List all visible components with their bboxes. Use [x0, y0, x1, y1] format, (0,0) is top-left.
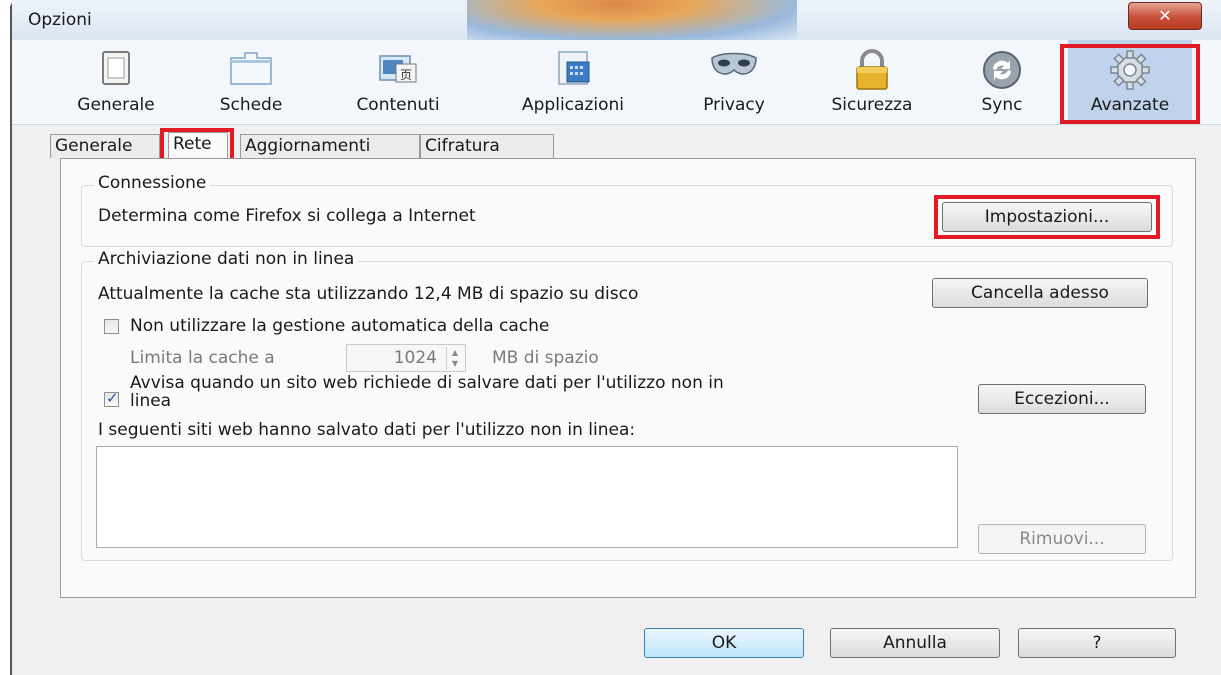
tabs-icon [227, 48, 275, 93]
toolbar-item-privacy[interactable]: Privacy [684, 40, 784, 124]
firefox-logo-glow [467, 0, 797, 40]
connection-group: Connessione Determina come Firefox si co… [81, 173, 1173, 247]
warn-offline-label-line1: Avvisa quando un sito web richiede di sa… [130, 373, 724, 393]
sync-icon [980, 48, 1024, 97]
highlight-avanzate [1060, 44, 1200, 124]
toolbar-label: Privacy [703, 95, 765, 115]
toolbar-item-contenuti[interactable]: 页 Contenuti [336, 40, 460, 124]
offline-legend: Archiviazione dati non in linea [94, 249, 359, 269]
lock-icon [850, 48, 894, 97]
offline-group: Archiviazione dati non in linea Attualme… [81, 249, 1173, 561]
exceptions-button[interactable]: Eccezioni... [978, 384, 1146, 414]
help-button[interactable]: ? [1018, 628, 1176, 658]
highlight-rete [160, 128, 234, 162]
rete-panel: Connessione Determina come Firefox si co… [60, 158, 1196, 598]
cancel-button[interactable]: Annulla [830, 628, 1000, 658]
content-icon: 页 [374, 48, 422, 93]
title-bar: Opzioni ✕ [12, 0, 1221, 40]
cache-usage-text: Attualmente la cache sta utilizzando 12,… [98, 284, 639, 304]
override-cache-label: Non utilizzare la gestione automatica de… [130, 316, 550, 336]
tab-generale[interactable]: Generale [50, 134, 160, 158]
cache-limit-unit: MB di spazio [492, 348, 599, 368]
cache-limit-value: 1024 [393, 348, 437, 368]
toolbar-label: Contenuti [356, 95, 440, 115]
remove-button[interactable]: Rimuovi... [978, 524, 1146, 554]
ok-button[interactable]: OK [644, 628, 804, 658]
connection-description: Determina come Firefox si collega a Inte… [98, 206, 476, 226]
toolbar-item-sicurezza[interactable]: Sicurezza [812, 40, 932, 124]
svg-text:页: 页 [400, 68, 412, 82]
toolbar-item-generale[interactable]: Generale [66, 40, 166, 124]
highlight-settings [934, 195, 1160, 239]
offline-sites-label: I seguenti siti web hanno salvato dati p… [98, 420, 636, 440]
toolbar-label: Sicurezza [831, 95, 913, 115]
tab-cifratura[interactable]: Cifratura [420, 134, 554, 158]
options-toolbar: Generale Schede 页 Contenuti Applicazioni… [12, 40, 1221, 125]
cache-limit-spinner[interactable]: 1024 ▲ ▼ [346, 344, 466, 372]
warn-offline-checkbox[interactable] [104, 389, 119, 407]
toolbar-label: Schede [219, 95, 283, 115]
tab-aggiornamenti[interactable]: Aggiornamenti [240, 134, 420, 158]
close-button[interactable]: ✕ [1128, 2, 1202, 30]
spinner-arrows-icon[interactable]: ▲ ▼ [446, 347, 463, 369]
applications-icon [549, 48, 597, 93]
window-title: Opzioni [28, 10, 92, 30]
toolbar-label: Sync [981, 95, 1023, 115]
warn-offline-label-line2: linea [130, 391, 172, 411]
toolbar-item-schede[interactable]: Schede [206, 40, 296, 124]
clear-cache-button[interactable]: Cancella adesso [932, 278, 1148, 308]
switch-icon [96, 48, 136, 93]
connection-legend: Connessione [94, 173, 211, 193]
offline-sites-list[interactable] [96, 446, 958, 548]
toolbar-label: Generale [77, 95, 155, 115]
cache-limit-label: Limita la cache a [130, 348, 275, 368]
options-dialog: Opzioni ✕ Generale Schede 页 Contenuti Ap… [10, 0, 1221, 675]
toolbar-item-applicazioni[interactable]: Applicazioni [498, 40, 648, 124]
mask-icon [708, 48, 760, 93]
toolbar-item-sync[interactable]: Sync [962, 40, 1042, 124]
toolbar-label: Applicazioni [522, 95, 624, 115]
override-cache-checkbox[interactable] [104, 319, 119, 334]
